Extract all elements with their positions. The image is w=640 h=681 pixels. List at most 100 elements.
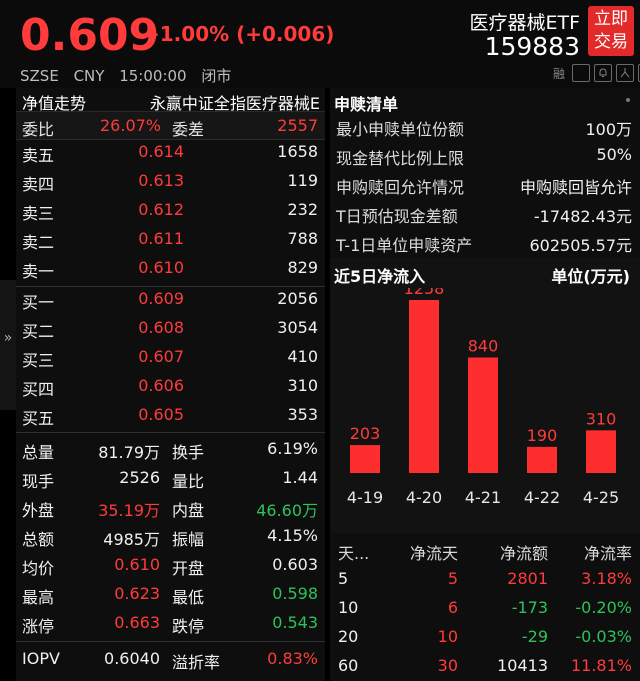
expand-panel-handle[interactable]: » [0, 280, 16, 410]
subscription-key: 最小申赎单位份额 [336, 120, 465, 139]
fund-name: 医疗器械ETF [469, 12, 580, 34]
bid-row[interactable]: 买五 0.605 353 [16, 401, 325, 430]
inflow-bar[interactable] [527, 446, 557, 473]
subscription-key: T-1日单位申赎资产 [336, 236, 473, 255]
inflow-bar[interactable] [350, 445, 380, 473]
col-net-amount[interactable]: 净流额 [470, 540, 548, 564]
date-tick-label: 4-19 [347, 488, 383, 507]
level-price: 0.607 [138, 347, 184, 366]
level-price: 0.606 [138, 376, 184, 395]
stats-list: 总量 81.79万 换手 6.19% 现手 2526 量比 1.44 外盘 35.19万 内盘 46.… [16, 435, 325, 638]
iopv-row: IOPV 0.6040 溢折率 0.83% [16, 645, 325, 674]
level-price: 0.610 [138, 258, 184, 277]
level-price: 0.612 [138, 200, 184, 219]
level-volume: 232 [287, 200, 318, 219]
stat-value: 0.603 [272, 555, 318, 574]
stat-label: 总额 [22, 530, 55, 549]
stat-label: 跌停 [172, 617, 205, 636]
level-price: 0.605 [138, 405, 184, 424]
stats-row: 最高 0.623 最低 0.598 [16, 580, 325, 609]
bid-row[interactable]: 买二 0.608 3054 [16, 314, 325, 343]
level-label: 卖一 [22, 262, 55, 281]
flow-net-days: 5 [447, 569, 458, 588]
level-label: 卖二 [22, 233, 55, 252]
stat-value: 0.663 [114, 613, 160, 632]
ask-row[interactable]: 卖五 0.614 1658 [16, 138, 325, 167]
subscription-value: 100万 [585, 120, 632, 139]
bar-value-label: 1258 [404, 288, 445, 298]
info-panel: 申赎清单 最小申赎单位份额 100万 现金替代比例上限 50% 申购赎回允许情况 申购赎回… [330, 88, 640, 681]
stat-value: 0.610 [114, 555, 160, 574]
nav-trend-tab[interactable]: 净值走势 [22, 90, 86, 114]
market-meta: SZSE CNY 15:00:00 闭市 [20, 65, 241, 86]
fund-code: 159883 [484, 32, 580, 61]
inflow-bar-chart: 203 4-19 1258 4-20 840 4-21 190 4-22 310 4-25 [347, 288, 619, 507]
tracked-index-name[interactable]: 永赢中证全指医疗器械E [126, 90, 320, 114]
flow-table-row[interactable]: 5 5 2801 3.18% [330, 564, 640, 593]
flow-days: 5 [338, 569, 349, 588]
bid-row[interactable]: 买一 0.609 2056 [16, 285, 325, 314]
bar-value-label: 203 [350, 424, 381, 443]
margin-icon[interactable]: 融 [550, 64, 568, 82]
col-net-days[interactable]: 净流天 [390, 540, 458, 564]
level-label: 卖四 [22, 175, 55, 194]
bid-row[interactable]: 买四 0.606 310 [16, 372, 325, 401]
ask-row[interactable]: 卖四 0.613 119 [16, 167, 325, 196]
col-days[interactable]: 天... [338, 540, 372, 564]
inflow-bar[interactable] [468, 357, 498, 473]
stat-label: 外盘 [22, 501, 55, 520]
stat-label: 涨停 [22, 617, 55, 636]
bid-row[interactable]: 买三 0.607 410 [16, 343, 325, 372]
stat-value: 4.15% [267, 526, 318, 545]
stats-row: 外盘 35.19万 内盘 46.60万 [16, 493, 325, 522]
price-change: +1.00% (+0.006) [143, 22, 335, 46]
level-price: 0.614 [138, 142, 184, 161]
more-icon[interactable] [626, 98, 630, 102]
order-book-panel: 净值走势 永赢中证全指医疗器械E 委比 26.07% 委差 2557 卖五 0.6… [16, 88, 325, 681]
inflow-bar[interactable] [586, 430, 616, 473]
stat-value: 2526 [119, 468, 160, 487]
date-tick-label: 4-20 [406, 488, 442, 507]
stats-row: 总量 81.79万 换手 6.19% [16, 435, 325, 464]
col-net-rate[interactable]: 净流率 [556, 540, 632, 564]
flow-table-body: 5 5 2801 3.18% 10 6 -173 -0.20% 20 10 -29 -0.03% 60 3… [330, 564, 640, 680]
inflow-bar[interactable] [409, 300, 439, 473]
level-label: 卖三 [22, 204, 55, 223]
stat-label: 换手 [172, 443, 205, 462]
exchange-code: SZSE [20, 67, 59, 85]
level-volume: 410 [287, 347, 318, 366]
trade-now-button[interactable]: 立即 交易 [588, 6, 634, 56]
flow-table-row[interactable]: 10 6 -173 -0.20% [330, 593, 640, 622]
subscription-key: 申购赎回允许情况 [336, 178, 465, 197]
flow-net-amount: -173 [511, 598, 548, 617]
square-icon[interactable] [572, 64, 590, 82]
market-status: 闭市 [201, 67, 232, 85]
trade-button-line1: 立即 [594, 9, 628, 29]
stat-value: 4985万 [103, 530, 160, 549]
flow-table-row[interactable]: 60 30 10413 11.81% [330, 651, 640, 680]
divider [16, 432, 325, 433]
bell-icon[interactable] [594, 64, 612, 82]
flow-days: 60 [338, 656, 359, 675]
ask-row[interactable]: 卖三 0.612 232 [16, 196, 325, 225]
flow-table-row[interactable]: 20 10 -29 -0.03% [330, 622, 640, 651]
level-price: 0.608 [138, 318, 184, 337]
flow-table: 天... 净流天 净流额 净流率 5 5 2801 3.18% 10 6 -173 -0.20… [330, 535, 640, 680]
date-tick-label: 4-21 [465, 488, 501, 507]
ask-row[interactable]: 卖二 0.611 788 [16, 225, 325, 254]
subscription-row: 申购赎回允许情况 申购赎回皆允许 [330, 170, 640, 199]
level-volume: 788 [287, 229, 318, 248]
flow-net-days: 6 [447, 598, 458, 617]
stat-label: 内盘 [172, 501, 205, 520]
level-price: 0.611 [138, 229, 184, 248]
flow-net-rate: -0.03% [575, 627, 632, 646]
stat-label: 总量 [22, 443, 55, 462]
flow-net-days: 30 [437, 656, 458, 675]
order-ratio-row: 委比 26.07% 委差 2557 [16, 112, 325, 140]
ask-row[interactable]: 卖一 0.610 829 [16, 254, 325, 283]
level-label: 买四 [22, 380, 55, 399]
share-icon[interactable] [616, 64, 634, 82]
subscription-row: 最小申赎单位份额 100万 [330, 112, 640, 141]
level-volume: 3054 [277, 318, 318, 337]
stat-value: 35.19万 [98, 501, 160, 520]
